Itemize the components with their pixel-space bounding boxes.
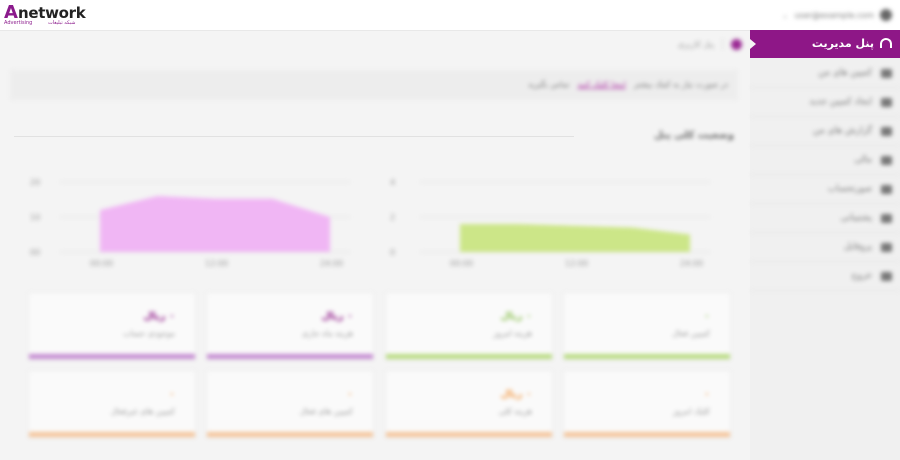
stat-bar: [207, 354, 373, 359]
stat-bar: [564, 432, 730, 437]
sidebar-item-label: مالی: [854, 155, 872, 165]
user-name: user@example.com: [794, 10, 874, 20]
stat-label: هزینه کلی: [498, 407, 532, 416]
stat-bar: [207, 432, 373, 437]
sidebar-item[interactable]: ایجاد کمپین جدید: [750, 88, 900, 117]
stat-card: ۰ کمپین فعال: [563, 292, 731, 360]
breadcrumb: پنل کاربری: [678, 36, 742, 52]
sidebar-item[interactable]: مالی: [750, 146, 900, 175]
stat-value: ۰ ریال: [500, 311, 532, 322]
stat-card: ۰ ریال هزینه کلی: [385, 370, 553, 438]
chart-right-ytick: 2: [390, 213, 395, 222]
stat-card: ۰ کلیک امروز: [563, 370, 731, 438]
stat-value: ۰: [703, 311, 710, 322]
main-content: پنل کاربری در صورت نیاز به کمک بیشتر این…: [0, 30, 750, 460]
stat-bar: [29, 354, 195, 359]
logo-sub-fa: شبکه تبلیغات: [48, 20, 76, 26]
stat-card: ۰ ریال موجودی حساب: [28, 292, 196, 360]
user-menu[interactable]: user@example.com ⌄: [782, 7, 892, 23]
chart-left: 20 10 00 00:00 12:00 24:00: [30, 178, 350, 268]
sidebar-item-label: کمپین های من: [818, 68, 872, 78]
stat-label: کمپین های غیرفعال: [110, 407, 175, 416]
sidebar-item[interactable]: کمپین های من: [750, 59, 900, 88]
home-icon[interactable]: [731, 38, 742, 50]
stat-value: ۰ ریال: [500, 389, 532, 400]
chart-left-xtick: 00:00: [90, 259, 113, 268]
sidebar-item-label: گزارش های من: [812, 126, 872, 136]
stat-card: ۰ ریال هزینه ماه جاری: [206, 292, 374, 360]
sidebar-item-dashboard[interactable]: پنل مدیریت: [750, 30, 900, 58]
chart-left-xtick: 24:00: [320, 259, 343, 268]
chart-right-ytick: 4: [390, 178, 395, 187]
stat-value: ۰ ریال: [321, 311, 353, 322]
logo-sub-en: Advertising: [4, 20, 33, 26]
divider: [14, 136, 574, 137]
chart-right-ytick: 0: [390, 248, 395, 257]
wallet-icon: [881, 156, 892, 165]
stat-value: ۰: [346, 389, 353, 400]
chart-right-area: [460, 224, 690, 252]
stat-card: ۰ کمپین های غیرفعال: [28, 370, 196, 438]
stat-value: ۰: [168, 389, 175, 400]
sidebar-item[interactable]: گزارش های من: [750, 117, 900, 146]
divider: [722, 38, 723, 50]
stat-label: موجودی حساب: [123, 329, 175, 338]
sidebar-item[interactable]: خروج: [750, 262, 900, 291]
chevron-down-icon: ⌄: [781, 10, 789, 20]
chart-left-ytick: 20: [30, 178, 40, 187]
plus-icon: [881, 98, 892, 107]
notice-text: در صورت نیاز به کمک بیشتر اینجا کلیک کنی…: [528, 80, 728, 89]
chart-right: 4 2 0 00:00 12:00 24:00: [390, 178, 710, 268]
chart-right-xtick: 12:00: [565, 259, 588, 268]
notice-message: در صورت نیاز به کمک بیشتر: [633, 80, 728, 89]
user-icon: [880, 9, 892, 21]
sidebar-item[interactable]: پشتیبانی: [750, 204, 900, 233]
logout-icon: [881, 272, 892, 281]
stat-label: هزینه ماه جاری: [301, 329, 353, 338]
stat-value: ۰: [703, 389, 710, 400]
sidebar-item[interactable]: صورتحساب: [750, 175, 900, 204]
dashboard-icon: [880, 38, 892, 48]
stat-card: ۰ کمپین های فعال: [206, 370, 374, 438]
stat-label: کمپین های فعال: [299, 407, 353, 416]
stat-label: کلیک امروز: [672, 407, 710, 416]
chart-left-xtick: 12:00: [205, 259, 228, 268]
invoice-icon: [881, 185, 892, 194]
stat-bar: [386, 354, 552, 359]
breadcrumb-label: پنل کاربری: [677, 39, 714, 49]
stat-bar: [29, 432, 195, 437]
stat-card: ۰ ریال هزینه امروز: [385, 292, 553, 360]
chart-icon: [881, 127, 892, 136]
stat-bar: [386, 432, 552, 437]
chart-left-area: [100, 196, 330, 252]
notice-banner: در صورت نیاز به کمک بیشتر اینجا کلیک کنی…: [10, 70, 738, 100]
stat-value: ۰ ریال: [143, 311, 175, 322]
stat-label: هزینه امروز: [493, 329, 532, 338]
sidebar-item-label: پنل مدیریت: [811, 37, 874, 50]
chart-right-xtick: 00:00: [450, 259, 473, 268]
megaphone-icon: [881, 69, 892, 78]
stat-bar: [564, 354, 730, 359]
notice-suffix: تماس بگیرید: [527, 80, 570, 89]
sidebar-item-label: پروفایل: [843, 242, 872, 252]
logo[interactable]: A network Advertising شبکه تبلیغات: [4, 3, 86, 27]
user-icon: [881, 243, 892, 252]
stat-label: کمپین فعال: [672, 329, 710, 338]
sidebar-item-label: ایجاد کمپین جدید: [809, 97, 872, 107]
sidebar-item-label: صورتحساب: [827, 184, 872, 194]
chart-left-ytick: 00: [30, 248, 40, 257]
top-bar: A network Advertising شبکه تبلیغات user@…: [0, 0, 900, 31]
sidebar: پنل مدیریت کمپین های من ایجاد کمپین جدید…: [750, 30, 900, 460]
section-title: وضعیت کلی پنل: [654, 130, 734, 141]
sidebar-item-label: خروج: [851, 271, 872, 281]
sidebar-item-label: پشتیبانی: [840, 213, 872, 223]
chart-right-xtick: 24:00: [680, 259, 703, 268]
notice-link[interactable]: اینجا کلیک کنید: [577, 80, 625, 89]
support-icon: [881, 214, 892, 223]
chart-left-ytick: 10: [30, 213, 40, 222]
sidebar-item[interactable]: پروفایل: [750, 233, 900, 262]
